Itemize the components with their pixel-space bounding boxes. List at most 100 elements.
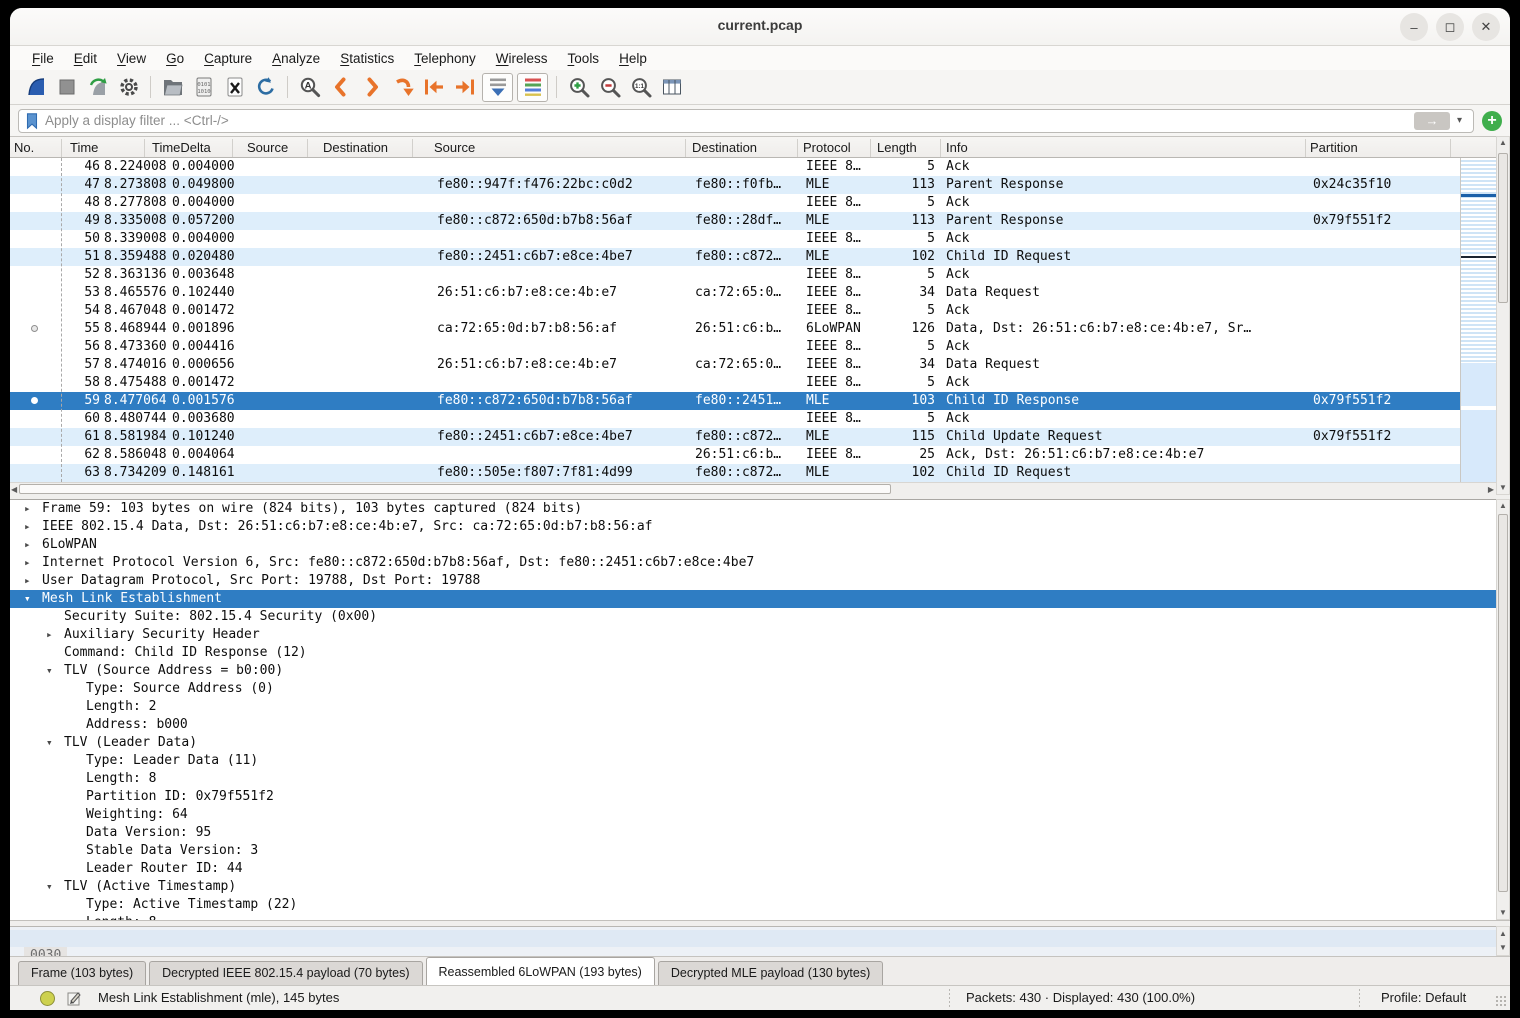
capture-options-icon[interactable]	[113, 73, 144, 102]
column-header-info[interactable]: Info	[946, 140, 968, 155]
menu-file[interactable]: File	[22, 49, 64, 68]
apply-filter-button[interactable]: →	[1414, 112, 1450, 130]
detail-row[interactable]: Address: b000	[10, 716, 1496, 734]
packet-list-hscrollbar[interactable]: ◀ ▶	[10, 482, 1496, 495]
capture-start-icon[interactable]	[20, 73, 51, 102]
status-profile[interactable]: Profile: Default	[1381, 990, 1466, 1005]
column-separator[interactable]	[144, 139, 145, 157]
column-separator[interactable]	[940, 139, 941, 157]
title-bar[interactable]: current.pcap –◻✕	[10, 8, 1510, 46]
capture-restart-icon[interactable]	[82, 73, 113, 102]
packet-row-48[interactable]: 488.2778080.004000IEEE 8…5Ack	[10, 194, 1460, 212]
menu-edit[interactable]: Edit	[64, 49, 107, 68]
detail-row[interactable]: Partition ID: 0x79f551f2	[10, 788, 1496, 806]
packet-row-62[interactable]: 628.5860480.00406426:51:c6:b…IEEE 8…25Ac…	[10, 446, 1460, 464]
find-packet-icon[interactable]: A	[294, 73, 325, 102]
packet-row-56[interactable]: 568.4733600.004416IEEE 8…5Ack	[10, 338, 1460, 356]
detail-row[interactable]: Length: 8	[10, 770, 1496, 788]
expanded-arrow-icon[interactable]: ▾	[46, 734, 53, 752]
auto-scroll-icon[interactable]	[482, 73, 513, 102]
next-packet-icon[interactable]	[356, 73, 387, 102]
byte-view-tab[interactable]: Decrypted MLE payload (130 bytes)	[658, 961, 883, 985]
packet-row-53[interactable]: 538.4655760.10244026:51:c6:b7:e8:ce:4b:e…	[10, 284, 1460, 302]
byte-view-tab[interactable]: Decrypted IEEE 802.15.4 payload (70 byte…	[149, 961, 422, 985]
detail-row[interactable]: Leader Router ID: 44	[10, 860, 1496, 878]
packet-row-49[interactable]: 498.3350080.057200fe80::c872:650d:b7b8:5…	[10, 212, 1460, 230]
packet-list-hscroll-thumb[interactable]	[19, 484, 891, 494]
column-separator[interactable]	[307, 139, 308, 157]
detail-row[interactable]: Security Suite: 802.15.4 Security (0x00)	[10, 608, 1496, 626]
detail-row[interactable]: ▸User Datagram Protocol, Src Port: 19788…	[10, 572, 1496, 590]
scroll-down-icon[interactable]: ▼	[1497, 907, 1509, 919]
column-separator[interactable]	[61, 139, 62, 157]
packet-row-54[interactable]: 548.4670480.001472IEEE 8…5Ack	[10, 302, 1460, 320]
scroll-up-icon[interactable]: ▲	[1497, 500, 1509, 512]
detail-row[interactable]: ▾Mesh Link Establishment	[10, 590, 1496, 608]
close-file-icon[interactable]	[219, 73, 250, 102]
scroll-down-icon[interactable]: ▼	[1497, 942, 1509, 954]
column-separator[interactable]	[1305, 139, 1306, 157]
column-header-destination[interactable]: Destination	[692, 140, 757, 155]
display-filter-box[interactable]: → ▾	[18, 109, 1474, 133]
menu-view[interactable]: View	[107, 49, 156, 68]
detail-vscroll-thumb[interactable]	[1498, 514, 1508, 892]
close-icon[interactable]: ✕	[1472, 13, 1500, 41]
expanded-arrow-icon[interactable]: ▾	[46, 662, 53, 680]
packet-row-51[interactable]: 518.3594880.020480fe80::2451:c6b7:e8ce:4…	[10, 248, 1460, 266]
byte-view-tab[interactable]: Reassembled 6LoWPAN (193 bytes)	[426, 957, 655, 985]
column-separator[interactable]	[412, 139, 413, 157]
detail-vscrollbar[interactable]: ▲ ▼	[1496, 499, 1510, 920]
capture-comment-icon[interactable]	[66, 990, 82, 1006]
scroll-up-icon[interactable]: ▲	[1497, 137, 1509, 149]
detail-row[interactable]: ▸Frame 59: 103 bytes on wire (824 bits),…	[10, 500, 1496, 518]
detail-row[interactable]: ▸6LoWPAN	[10, 536, 1496, 554]
menu-go[interactable]: Go	[156, 49, 194, 68]
zoom-original-icon[interactable]: 1:1	[625, 73, 656, 102]
scroll-down-icon[interactable]: ▼	[1497, 482, 1509, 494]
packet-list-vscroll-thumb[interactable]	[1498, 153, 1508, 303]
detail-row[interactable]: ▸IEEE 802.15.4 Data, Dst: 26:51:c6:b7:e8…	[10, 518, 1496, 536]
packet-row-60[interactable]: 608.4807440.003680IEEE 8…5Ack	[10, 410, 1460, 428]
collapsed-arrow-icon[interactable]: ▸	[24, 518, 31, 536]
byte-view-tab[interactable]: Frame (103 bytes)	[18, 961, 146, 985]
detail-row[interactable]: ▾TLV (Source Address = b0:00)	[10, 662, 1496, 680]
menu-statistics[interactable]: Statistics	[330, 49, 404, 68]
menu-capture[interactable]: Capture	[194, 49, 262, 68]
zoom-in-icon[interactable]	[563, 73, 594, 102]
menu-telephony[interactable]: Telephony	[404, 49, 486, 68]
column-header-partition[interactable]: Partition	[1310, 140, 1358, 155]
zoom-out-icon[interactable]	[594, 73, 625, 102]
colorize-icon[interactable]	[517, 73, 548, 102]
column-header-timedelta[interactable]: TimeDelta	[152, 140, 211, 155]
detail-row[interactable]: Length: 2	[10, 698, 1496, 716]
detail-row[interactable]: ▾TLV (Active Timestamp)	[10, 878, 1496, 896]
menu-wireless[interactable]: Wireless	[486, 49, 558, 68]
packet-row-57[interactable]: 578.4740160.00065626:51:c6:b7:e8:ce:4b:e…	[10, 356, 1460, 374]
expanded-arrow-icon[interactable]: ▾	[24, 590, 31, 608]
column-header-time[interactable]: Time	[70, 140, 98, 155]
collapsed-arrow-icon[interactable]: ▸	[24, 554, 31, 572]
detail-row[interactable]: ▾TLV (Leader Data)	[10, 734, 1496, 752]
column-header-source[interactable]: Source	[247, 140, 288, 155]
previous-packet-icon[interactable]	[325, 73, 356, 102]
capture-stop-icon[interactable]	[51, 73, 82, 102]
packet-row-58[interactable]: 588.4754880.001472IEEE 8…5Ack	[10, 374, 1460, 392]
collapsed-arrow-icon[interactable]: ▸	[24, 572, 31, 590]
filter-dropdown-caret[interactable]: ▾	[1450, 115, 1469, 126]
detail-row[interactable]: ▸Auxiliary Security Header	[10, 626, 1496, 644]
detail-row[interactable]: Stable Data Version: 3	[10, 842, 1496, 860]
column-header-protocol[interactable]: Protocol	[803, 140, 851, 155]
packet-list-vscrollbar[interactable]: ▲ ▼	[1496, 136, 1510, 495]
column-header-length[interactable]: Length	[877, 140, 917, 155]
detail-row[interactable]: Weighting: 64	[10, 806, 1496, 824]
save-file-icon[interactable]: 01011010	[188, 73, 219, 102]
detail-row[interactable]: Command: Child ID Response (12)	[10, 644, 1496, 662]
detail-row[interactable]: ▸Internet Protocol Version 6, Src: fe80:…	[10, 554, 1496, 572]
detail-row[interactable]: Type: Active Timestamp (22)	[10, 896, 1496, 914]
column-separator[interactable]	[870, 139, 871, 157]
intelligent-scrollbar-minimap[interactable]	[1460, 158, 1496, 482]
column-separator[interactable]	[1450, 139, 1451, 157]
menu-analyze[interactable]: Analyze	[262, 49, 330, 68]
detail-row[interactable]: Data Version: 95	[10, 824, 1496, 842]
column-separator[interactable]	[797, 139, 798, 157]
